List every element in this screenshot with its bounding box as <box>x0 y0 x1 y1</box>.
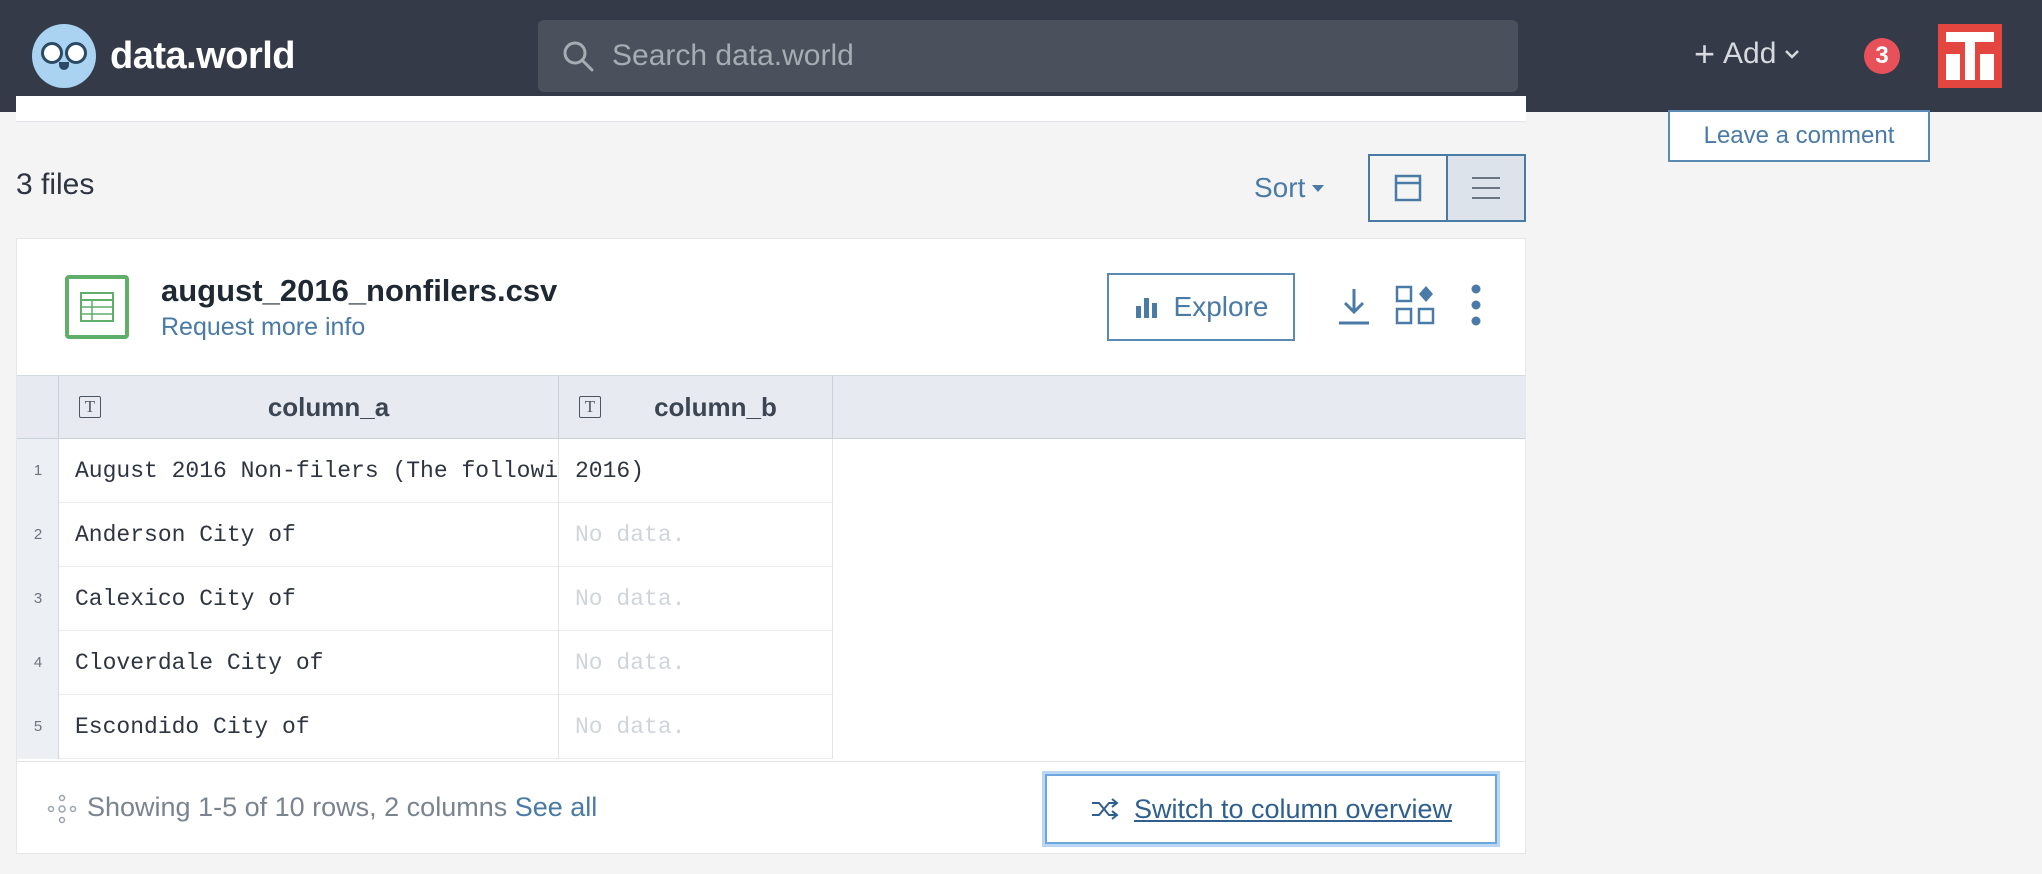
table-cell[interactable]: No data. <box>559 695 833 759</box>
switch-column-overview-button[interactable]: Switch to column overview <box>1045 774 1497 844</box>
files-count: 3 files <box>16 168 95 201</box>
shuffle-icon <box>1091 798 1119 820</box>
table-footer: Showing 1-5 of 10 rows, 2 columns See al… <box>17 761 1525 853</box>
row-number: 4 <box>33 654 43 671</box>
explore-button[interactable]: Explore <box>1107 273 1295 341</box>
bar-chart-icon <box>1135 298 1157 318</box>
sort-button[interactable]: Sort <box>1254 172 1325 204</box>
column-header[interactable]: T column_a <box>59 376 559 438</box>
csv-file-icon <box>65 275 129 339</box>
search-input[interactable] <box>612 39 1472 73</box>
row-number: 2 <box>33 526 43 543</box>
leave-comment-button[interactable]: Leave a comment <box>1668 110 1930 162</box>
table-row: 3 Calexico City of No data. <box>17 567 833 631</box>
list-view-button[interactable] <box>1446 156 1524 220</box>
table-cell[interactable]: August 2016 Non-filers (The following <box>59 439 559 503</box>
more-options-icon[interactable] <box>1469 283 1483 327</box>
explore-label: Explore <box>1173 291 1269 322</box>
table-header: T column_a T column_b <box>17 375 1525 439</box>
text-type-icon: T <box>579 396 601 418</box>
showing-text: Showing 1-5 of 10 rows, 2 columns <box>87 792 508 822</box>
search-bar[interactable] <box>538 20 1518 92</box>
request-info-link[interactable]: Request more info <box>161 313 365 342</box>
integrations-icon[interactable] <box>1395 285 1435 325</box>
add-button[interactable]: + Add <box>1694 36 1800 72</box>
notification-badge[interactable]: 3 <box>1864 38 1900 74</box>
table-cell[interactable]: Cloverdale City of <box>59 631 559 695</box>
previous-card-bottom <box>16 96 1526 122</box>
card-view-button[interactable] <box>1370 156 1446 220</box>
table-row: 1 August 2016 Non-filers (The following … <box>17 439 833 503</box>
logo[interactable]: data.world <box>32 24 296 88</box>
caret-down-icon <box>1312 185 1325 192</box>
logo-text: data.world <box>110 34 296 77</box>
column-header[interactable]: T column_b <box>559 376 833 438</box>
search-icon <box>563 41 594 72</box>
table-cell[interactable]: No data. <box>559 503 833 567</box>
drag-move-icon <box>47 794 77 824</box>
table-cell[interactable]: Escondido City of <box>59 695 559 759</box>
sort-label: Sort <box>1254 172 1306 203</box>
plus-icon: + <box>1694 33 1716 74</box>
add-label: Add <box>1723 37 1777 70</box>
table-cell[interactable]: Anderson City of <box>59 503 559 567</box>
owl-logo-icon <box>32 24 96 88</box>
column-name: column_a <box>267 391 390 422</box>
row-count-summary: Showing 1-5 of 10 rows, 2 columns See al… <box>87 792 597 823</box>
switch-label: Switch to column overview <box>1133 793 1453 824</box>
table-cell[interactable]: Calexico City of <box>59 567 559 631</box>
table-row: 5 Escondido City of No data. <box>17 695 833 759</box>
table-cell[interactable]: 2016) <box>559 439 833 503</box>
view-toggle <box>1368 154 1526 222</box>
text-type-icon: T <box>79 396 101 418</box>
file-card: august_2016_nonfilers.csv Request more i… <box>16 238 1526 854</box>
table-row: 2 Anderson City of No data. <box>17 503 833 567</box>
table-cell[interactable]: No data. <box>559 631 833 695</box>
file-name[interactable]: august_2016_nonfilers.csv <box>161 273 557 309</box>
download-icon[interactable] <box>1337 287 1371 327</box>
table-cell[interactable]: No data. <box>559 567 833 631</box>
list-view-icon <box>1472 177 1500 199</box>
chevron-down-icon <box>1785 50 1800 59</box>
row-number: 3 <box>33 590 43 607</box>
see-all-link[interactable]: See all <box>515 792 598 822</box>
avatar[interactable] <box>1938 24 2002 88</box>
row-number-header <box>17 376 59 438</box>
card-view-icon <box>1394 174 1422 202</box>
row-number: 5 <box>33 718 43 735</box>
table-row: 4 Cloverdale City of No data. <box>17 631 833 695</box>
row-number: 1 <box>33 462 43 479</box>
